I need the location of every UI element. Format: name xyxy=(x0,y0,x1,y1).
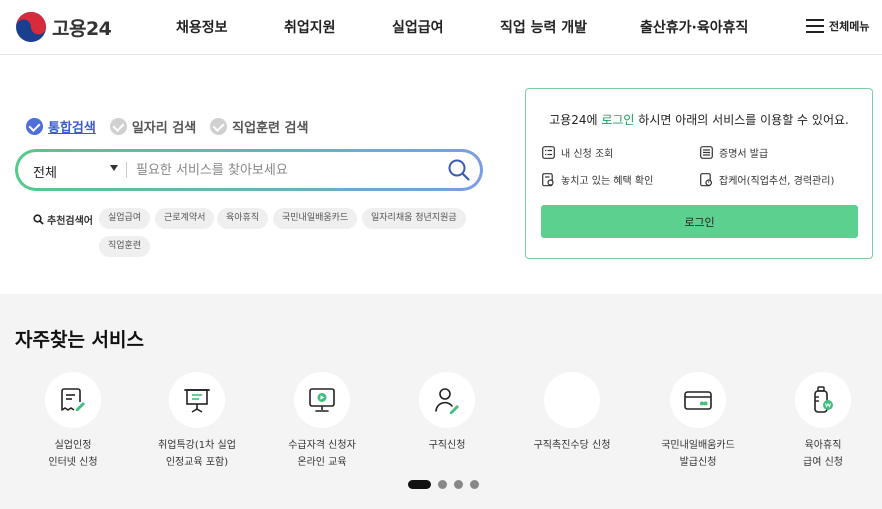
taegeuk-logo-icon xyxy=(16,12,46,42)
all-menu-button[interactable]: 전체메뉴 xyxy=(806,18,869,34)
search-icon xyxy=(33,214,44,225)
service-icon-circle xyxy=(670,372,726,428)
dropdown-arrow-icon[interactable] xyxy=(110,165,118,171)
hamburger-icon xyxy=(806,19,824,33)
frequent-services-section: 자주찾는 서비스 실업인정인터넷 신청 취업특강(1차 실업인정교육 포함) xyxy=(0,294,882,509)
pagination-dot[interactable] xyxy=(438,480,447,489)
keyword-chip[interactable]: 실업급여 xyxy=(99,208,151,229)
site-logo[interactable]: 고용24 xyxy=(15,11,112,43)
carousel-pagination xyxy=(408,480,486,489)
pagination-dot-active[interactable] xyxy=(408,480,431,489)
section-title: 자주찾는 서비스 xyxy=(15,329,144,351)
recommended-label-text: 추천검색어 xyxy=(47,216,93,227)
check-circle-icon xyxy=(109,118,127,135)
login-message-suffix: 하시면 아래의 서비스를 이용할 수 있어요. xyxy=(634,113,849,127)
service-parental-leave-benefit[interactable]: 육아휴직 급여 신청 xyxy=(758,372,882,471)
service-icon-circle xyxy=(294,372,350,428)
keyword-chip[interactable]: 육아휴직 xyxy=(217,208,269,229)
service-label: 구직신청 xyxy=(428,440,466,451)
service-label: 실업인정 인터넷 신청 xyxy=(48,440,98,468)
nav-unemployment-benefit[interactable]: 실업급여 xyxy=(392,17,444,37)
nav-parental-leave[interactable]: 출산휴가·육아휴직 xyxy=(640,17,748,37)
search-input[interactable] xyxy=(136,157,436,183)
service-label: 수급자격 신청자 온라인 교육 xyxy=(288,440,356,468)
keyword-chip[interactable]: 국민내일배움카드 xyxy=(273,208,358,229)
service-label: 증명서 발급 xyxy=(719,149,769,160)
login-message: 고용24에 로그인 하시면 아래의 서비스를 이용할 수 있어요. xyxy=(526,111,872,128)
all-menu-label: 전체메뉴 xyxy=(829,20,870,33)
service-online-education[interactable]: 수급자격 신청자 온라인 교육 xyxy=(257,372,387,471)
logo-text: 고용24 xyxy=(52,17,112,40)
recommended-keywords-label: 추천검색어 xyxy=(33,212,93,227)
service-label: 내 신청 조회 xyxy=(561,149,614,160)
check-circle-icon xyxy=(210,118,228,135)
service-jobcare[interactable]: 잡케어(직업추선, 경력관리) xyxy=(700,172,834,187)
search-tabs: 통합검색 일자리 검색 직업훈련 검색 xyxy=(26,117,322,136)
checklist-icon xyxy=(542,146,555,159)
service-label: 육아휴직 급여 신청 xyxy=(803,440,843,468)
search-scope-select[interactable]: 전체 xyxy=(33,162,57,181)
login-message-highlight: 로그인 xyxy=(601,113,635,127)
document-search-icon xyxy=(542,172,554,186)
certificate-icon xyxy=(700,146,713,159)
keyword-chip[interactable]: 근로계약서 xyxy=(155,208,215,229)
tab-label: 직업훈련 검색 xyxy=(232,121,309,136)
service-employment-lecture[interactable]: 취업특강(1차 실업 인정교육 포함) xyxy=(132,372,262,471)
login-message-prefix: 고용24에 xyxy=(549,113,602,127)
document-clock-icon xyxy=(700,172,713,186)
person-pen-icon xyxy=(435,388,459,414)
nav-vocational-training[interactable]: 직업 능력 개발 xyxy=(500,17,587,37)
pagination-dot[interactable] xyxy=(454,480,463,489)
service-certificate[interactable]: 증명서 발급 xyxy=(700,145,768,160)
login-panel: 고용24에 로그인 하시면 아래의 서비스를 이용할 수 있어요. 내 신청 조… xyxy=(525,88,873,259)
check-circle-icon xyxy=(26,118,43,135)
service-icon-circle xyxy=(45,372,101,428)
keyword-chip[interactable]: 직업훈련 xyxy=(99,236,151,257)
service-learning-card[interactable]: 국민내일배움카드 발급신청 xyxy=(633,372,763,471)
card-icon xyxy=(684,391,712,410)
site-header: 고용24 채용정보 취업지원 실업급여 직업 능력 개발 출산휴가·육아휴직 전… xyxy=(0,0,882,55)
monitor-play-icon xyxy=(309,388,335,412)
search-bar: 전체 xyxy=(15,149,483,191)
service-icon-circle xyxy=(544,372,600,428)
login-button[interactable]: 로그인 xyxy=(541,205,858,238)
service-unemployment-recognition[interactable]: 실업인정 인터넷 신청 xyxy=(8,372,138,471)
tab-label: 통합검색 xyxy=(48,121,96,136)
tab-label: 일자리 검색 xyxy=(131,121,197,136)
service-label: 구직촉진수당 신청 xyxy=(533,440,611,451)
service-label: 취업특강(1차 실업 인정교육 포함) xyxy=(158,440,236,468)
search-bar-inner: 전체 xyxy=(18,152,480,188)
service-missed-benefits[interactable]: 놓치고 있는 혜택 확인 xyxy=(542,172,653,187)
baby-bottle-icon xyxy=(814,386,833,413)
service-label: 잡케어(직업추선, 경력관리) xyxy=(719,176,835,187)
service-job-promotion-allowance[interactable]: 구직촉진수당 신청 xyxy=(507,372,637,454)
service-label: 국민내일배움카드 발급신청 xyxy=(661,440,735,468)
tab-job-search[interactable]: 일자리 검색 xyxy=(109,117,197,136)
search-icon[interactable] xyxy=(447,158,471,182)
nav-employment-support[interactable]: 취업지원 xyxy=(284,17,336,37)
keyword-chip[interactable]: 일자리채움 청년지원금 xyxy=(362,208,466,229)
tab-training-search[interactable]: 직업훈련 검색 xyxy=(210,117,308,136)
nav-jobs[interactable]: 채용정보 xyxy=(176,17,228,37)
document-pen-icon xyxy=(61,388,85,411)
service-icon-circle xyxy=(169,372,225,428)
service-my-applications[interactable]: 내 신청 조회 xyxy=(542,145,613,160)
service-icon-circle xyxy=(795,372,851,428)
pagination-dot[interactable] xyxy=(470,480,479,489)
service-icon-circle xyxy=(419,372,475,428)
divider xyxy=(126,162,127,178)
tab-integrated-search[interactable]: 통합검색 xyxy=(26,117,96,136)
service-job-application[interactable]: 구직신청 xyxy=(382,372,512,454)
presentation-board-icon xyxy=(184,389,210,413)
service-label: 놓치고 있는 혜택 확인 xyxy=(561,176,654,187)
